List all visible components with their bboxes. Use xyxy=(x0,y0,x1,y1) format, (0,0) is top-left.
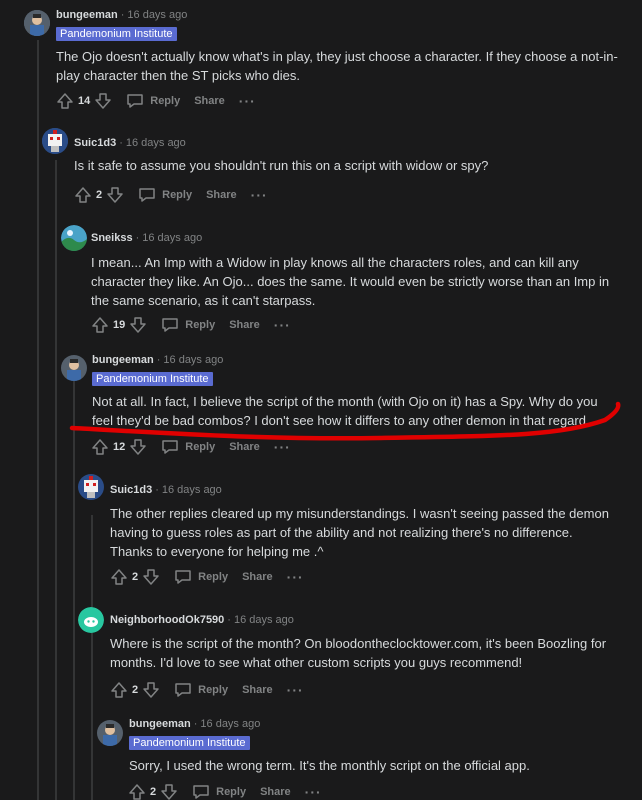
comment-timestamp[interactable]: 16 days ago xyxy=(234,614,294,626)
downvote-icon[interactable] xyxy=(160,783,178,800)
more-options-button[interactable]: ··· xyxy=(305,785,322,799)
upvote-icon[interactable] xyxy=(128,783,146,800)
vote-score: 2 xyxy=(132,684,139,696)
comment-author[interactable]: NeighborhoodOk7590 xyxy=(110,614,224,626)
comment-author[interactable]: Suic1d3 xyxy=(110,484,152,496)
reply-button[interactable]: Reply xyxy=(174,682,228,698)
downvote-icon[interactable] xyxy=(142,568,160,586)
comment-body: Where is the script of the month? On blo… xyxy=(110,636,607,670)
reply-button[interactable]: Reply xyxy=(192,784,246,800)
share-button[interactable]: Share xyxy=(260,786,291,798)
user-flair: Pandemonium Institute xyxy=(129,736,250,750)
robot-avatar-icon[interactable] xyxy=(78,474,104,500)
vote-score: 2 xyxy=(150,786,157,798)
reply-button[interactable]: Reply xyxy=(174,569,228,585)
comment: bungeeman · 16 days ago Pandemonium Inst… xyxy=(129,715,619,775)
comment-author[interactable]: bungeeman xyxy=(129,718,191,730)
more-options-button[interactable]: ··· xyxy=(287,683,304,697)
comment-timestamp[interactable]: 16 days ago xyxy=(200,718,260,730)
comment-actions: 2 Reply Share ··· xyxy=(110,680,304,700)
comment: Suic1d3 · 16 days ago The other replies … xyxy=(110,484,609,559)
red-underline-annotation xyxy=(69,401,621,441)
downvote-icon[interactable] xyxy=(142,681,160,699)
upvote-icon[interactable] xyxy=(110,681,128,699)
comment-timestamp[interactable]: 16 days ago xyxy=(162,484,222,496)
snoo-avatar-icon[interactable] xyxy=(78,607,104,633)
comment-actions: 2 Reply Share ··· xyxy=(128,782,322,800)
more-options-button[interactable]: ··· xyxy=(287,570,304,584)
reply-icon xyxy=(193,785,209,799)
comment-body: The other replies cleared up my misunder… xyxy=(110,506,609,559)
vote-score: 2 xyxy=(132,571,139,583)
reply-icon xyxy=(175,570,191,584)
comment: NeighborhoodOk7590 · 16 days ago Where i… xyxy=(110,611,610,672)
comment-actions: 2 Reply Share ··· xyxy=(110,567,304,587)
reply-icon xyxy=(175,683,191,697)
share-button[interactable]: Share xyxy=(242,571,273,583)
share-button[interactable]: Share xyxy=(242,684,273,696)
user-avatar-icon[interactable] xyxy=(97,720,123,746)
comment-body: Sorry, I used the wrong term. It's the m… xyxy=(129,758,530,773)
upvote-icon[interactable] xyxy=(110,568,128,586)
